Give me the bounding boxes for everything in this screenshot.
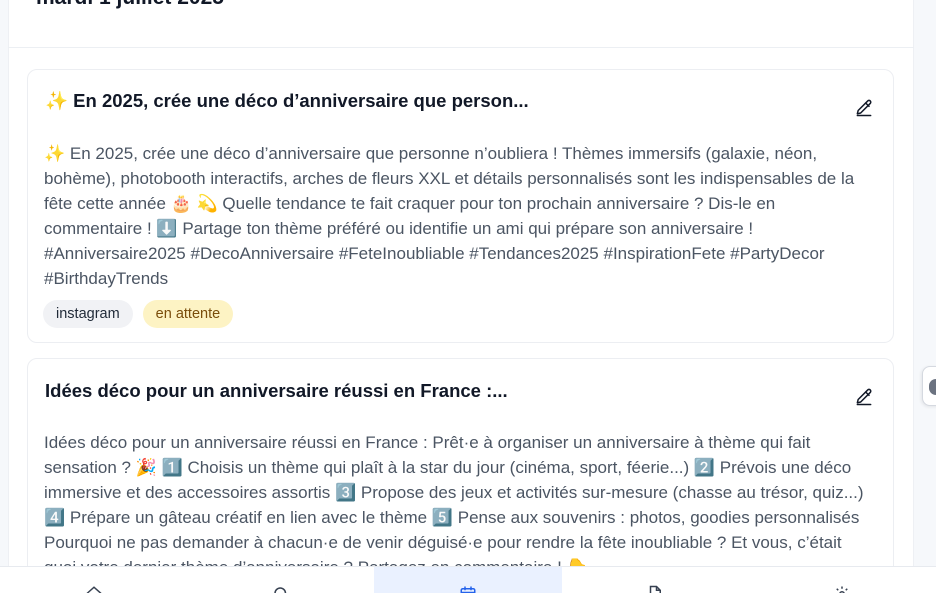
toggle-icon: [929, 379, 936, 395]
settings-icon: [836, 586, 849, 593]
post-body: Idées déco pour un anniversaire réussi e…: [44, 433, 864, 577]
date-header: mardi 1 juillet 2025: [36, 0, 224, 10]
nav-home[interactable]: [0, 567, 187, 593]
post-body: ✨ En 2025, crée une déco d’anniversaire …: [44, 144, 855, 288]
calendar-icon: [460, 586, 476, 593]
edit-post-button[interactable]: [853, 97, 875, 119]
pencil-icon: [856, 99, 872, 117]
nav-calendar[interactable]: [374, 567, 562, 593]
nav-settings[interactable]: [749, 567, 936, 593]
pencil-icon: [856, 388, 872, 406]
post-title: ✨ En 2025, crée une déco d’anniversaire …: [45, 90, 529, 111]
search-icon: [274, 587, 287, 593]
post-card[interactable]: Idées déco pour un anniversaire réussi e…: [27, 358, 894, 593]
header-divider: [8, 47, 914, 48]
nav-search[interactable]: [187, 567, 374, 593]
home-icon: [86, 586, 102, 593]
nav-drafts[interactable]: [562, 567, 749, 593]
edit-post-button[interactable]: [853, 386, 875, 408]
document-edit-icon: [649, 585, 662, 593]
side-panel-toggle[interactable]: [922, 366, 936, 406]
post-card[interactable]: ✨ En 2025, crée une déco d’anniversaire …: [27, 69, 894, 343]
bottom-nav: [0, 566, 936, 593]
post-tags: instagram en attente: [43, 300, 234, 328]
post-title: Idées déco pour un anniversaire réussi e…: [45, 380, 508, 401]
platform-badge: instagram: [43, 300, 133, 328]
status-badge: en attente: [142, 300, 234, 328]
